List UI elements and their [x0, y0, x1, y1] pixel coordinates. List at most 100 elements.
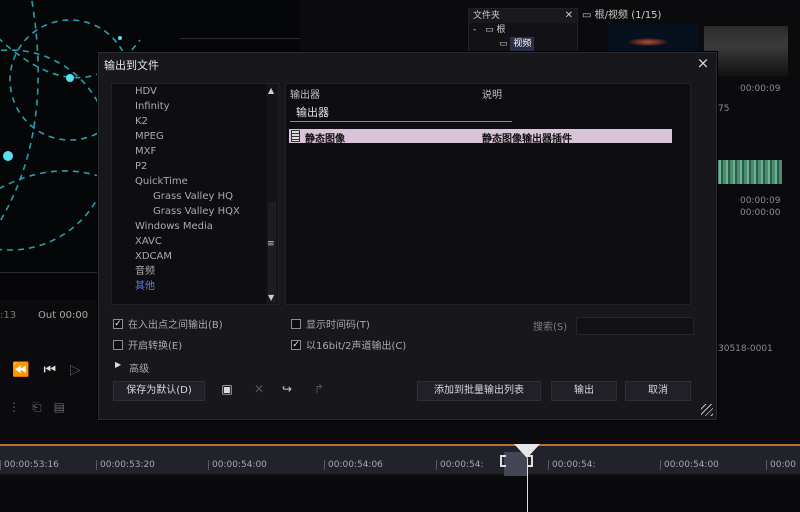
- clip-count: 75: [718, 104, 730, 114]
- delete-icon[interactable]: ✕: [251, 381, 267, 397]
- clip-duration: 00:00:09: [740, 84, 781, 94]
- checkbox-box[interactable]: [291, 318, 301, 329]
- grip-icon: ≡: [267, 239, 275, 249]
- close-icon[interactable]: ×: [696, 54, 710, 72]
- close-icon[interactable]: ✕: [565, 9, 573, 23]
- checkbox-box[interactable]: ✓: [291, 339, 301, 350]
- dialog-title: 输出到文件: [104, 59, 159, 72]
- timeline-tick: [436, 460, 437, 470]
- exporter-list-header: 输出器 说明: [286, 84, 690, 101]
- export-to-file-dialog: 输出到文件 × HDV Infinity K2 MPEG MXF P2 QuickTime G…: [98, 52, 717, 420]
- format-item[interactable]: QuickTime: [112, 174, 278, 189]
- scroll-down-icon[interactable]: ▼: [268, 293, 274, 302]
- collapse-icon[interactable]: -: [473, 25, 476, 35]
- format-item[interactable]: 其他: [112, 279, 278, 294]
- folder-icon: ▭: [582, 10, 592, 21]
- checkbox-box[interactable]: [113, 339, 123, 350]
- group-divider: [290, 121, 512, 122]
- mark-icon[interactable]: ⋮: [8, 400, 20, 415]
- save-preset-icon[interactable]: ▣: [219, 381, 235, 397]
- timeline-ruler[interactable]: 00:00:53:16 00:00:53:20 00:00:54:00 00:00:5…: [0, 446, 800, 480]
- clip-name: 30518-0001: [718, 344, 773, 354]
- checkbox-box[interactable]: ✓: [113, 318, 123, 329]
- tree-item-video[interactable]: ▭ 视频: [469, 37, 577, 51]
- format-list-scrollbar[interactable]: ▲ ≡ ▼: [266, 84, 278, 304]
- format-item[interactable]: K2: [112, 114, 278, 129]
- format-item[interactable]: MPEG: [112, 129, 278, 144]
- format-item[interactable]: Grass Valley HQ: [112, 189, 278, 204]
- timeline-tick: [324, 460, 325, 470]
- timeline-tick: [660, 460, 661, 470]
- timecode-label: 00:00:54:00: [664, 460, 719, 470]
- format-item[interactable]: XDCAM: [112, 249, 278, 264]
- audio-16bit-checkbox[interactable]: ✓ 以16bit/2声道输出(C): [291, 337, 406, 352]
- format-item[interactable]: P2: [112, 159, 278, 174]
- export-preset-icon[interactable]: ↱: [311, 381, 327, 397]
- exporter-row-selected[interactable]: 静态图像 静态图像输出器插件: [289, 129, 672, 145]
- format-item[interactable]: 音频: [112, 264, 278, 279]
- save-icon[interactable]: ▤: [54, 400, 65, 415]
- play-icon[interactable]: ▷: [70, 362, 81, 378]
- advanced-toggle[interactable]: ▶ 高级: [115, 360, 149, 375]
- format-item[interactable]: MXF: [112, 144, 278, 159]
- out-point-timecode: Out 00:00: [38, 310, 89, 321]
- secondary-toolbar: ⋮ ⎗ ▤: [8, 400, 65, 415]
- folder-panel-header: 文件夹 ✕: [469, 9, 577, 23]
- format-item[interactable]: XAVC: [112, 234, 278, 249]
- exporter-list[interactable]: 输出器 说明 输出器 静态图像 静态图像输出器插件: [285, 83, 691, 305]
- rewind-icon[interactable]: ⏪: [12, 362, 29, 378]
- checkbox-label: 开启转换(E): [128, 341, 183, 352]
- tree-item-label: 视频: [510, 37, 535, 51]
- format-item[interactable]: Infinity: [112, 99, 278, 114]
- show-timecode-checkbox[interactable]: 显示时间码(T): [291, 316, 370, 331]
- cancel-button[interactable]: 取消: [625, 381, 691, 401]
- import-preset-icon[interactable]: ↪: [279, 381, 295, 397]
- in-point-marker[interactable]: [500, 455, 506, 467]
- exporter-name: 静态图像: [305, 134, 345, 145]
- timeline-tick: [548, 460, 549, 470]
- playhead-icon[interactable]: [514, 444, 540, 458]
- step-back-icon[interactable]: ⏮: [43, 362, 56, 378]
- format-list[interactable]: HDV Infinity K2 MPEG MXF P2 QuickTime Grass Val…: [111, 83, 279, 305]
- folder-panel-title: 文件夹: [473, 11, 501, 21]
- export-icon[interactable]: ⎗: [32, 400, 42, 415]
- between-in-out-checkbox[interactable]: ✓ 在入出点之间输出(B): [113, 316, 223, 331]
- timeline-track[interactable]: [0, 476, 800, 512]
- format-item[interactable]: Grass Valley HQX: [112, 204, 278, 219]
- timeline-tick: [766, 460, 767, 470]
- timecode-label: 00:00:54:: [552, 460, 596, 470]
- transport-controls: ⏪ ⏮ ▷: [12, 362, 81, 378]
- checkbox-label: 以16bit/2声道输出(C): [306, 341, 407, 352]
- timeline[interactable]: 00:00:53:16 00:00:53:20 00:00:54:00 00:00:5…: [0, 440, 800, 512]
- checkbox-label: 显示时间码(T): [306, 320, 370, 331]
- clip-thumbnail[interactable]: [716, 160, 782, 184]
- timeline-tick: [96, 460, 97, 470]
- playhead-line: [527, 458, 528, 512]
- scroll-up-icon[interactable]: ▲: [268, 86, 274, 95]
- timecode-label: 00:00:54:06: [328, 460, 383, 470]
- format-item[interactable]: HDV: [112, 84, 278, 99]
- add-to-batch-button[interactable]: 添加到批量输出列表: [417, 381, 541, 401]
- format-item[interactable]: Windows Media: [112, 219, 278, 234]
- timecode-label: 00:00: [770, 460, 796, 470]
- tree-item-root[interactable]: - ▭ 根: [469, 23, 577, 37]
- save-default-button[interactable]: 保存为默认(D): [113, 381, 205, 401]
- folder-icon: ▭: [499, 39, 508, 49]
- search-input[interactable]: [576, 317, 694, 335]
- export-button[interactable]: 输出: [551, 381, 617, 401]
- timecode-label: 00:00:53:16: [4, 460, 59, 470]
- timecode-label: 00:00:54:00: [212, 460, 267, 470]
- resize-grip-icon[interactable]: [701, 404, 713, 416]
- enable-conversion-checkbox[interactable]: 开启转换(E): [113, 337, 182, 352]
- clip-thumbnail[interactable]: [608, 24, 698, 54]
- expand-arrow-icon[interactable]: ▶: [115, 360, 121, 375]
- scrollbar-thumb[interactable]: [268, 202, 276, 302]
- column-header-exporter[interactable]: 输出器: [290, 86, 320, 101]
- search-label: 搜索(S): [533, 322, 568, 333]
- advanced-label: 高级: [129, 364, 150, 375]
- timeline-tick: [208, 460, 209, 470]
- column-header-description[interactable]: 说明: [482, 86, 502, 101]
- checkbox-label: 在入出点之间输出(B): [128, 320, 223, 331]
- exporter-group-label: 输出器: [296, 106, 329, 119]
- preview-top-border: [180, 38, 300, 39]
